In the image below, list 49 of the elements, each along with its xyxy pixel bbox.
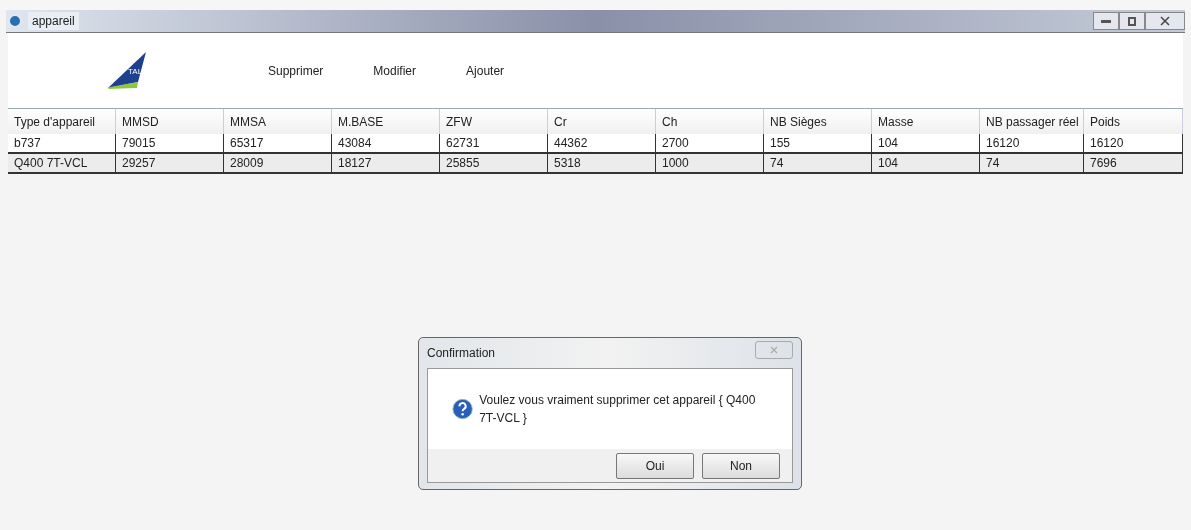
column-header[interactable]: Ch (656, 109, 764, 134)
table-cell: 44362 (548, 134, 656, 154)
table-cell: 5318 (548, 154, 656, 174)
table-cell: 62731 (440, 134, 548, 154)
app-icon (8, 14, 22, 28)
question-icon (452, 397, 474, 421)
toolbar-button[interactable]: Modifier (373, 61, 417, 80)
column-header[interactable]: Type d'appareil (8, 109, 116, 134)
table-cell: 18127 (332, 154, 440, 174)
column-header[interactable]: NB passager réel (980, 109, 1084, 134)
table-cell: 28009 (224, 154, 332, 174)
table-cell: 79015 (116, 134, 224, 154)
logo: TAL (108, 51, 148, 90)
table-cell: 29257 (116, 154, 224, 174)
table-cell: 16120 (1084, 134, 1183, 154)
table-cell: 16120 (980, 134, 1084, 154)
table-cell: 74 (980, 154, 1084, 174)
close-icon (1160, 16, 1170, 26)
dialog-message: Voulez vous vraiment supprimer cet appareil { Q400 7T-VCL } (479, 392, 757, 427)
table-cell: 1000 (656, 154, 764, 174)
table-cell: Q400 7T-VCL (8, 154, 116, 174)
column-header[interactable]: Poids (1084, 109, 1183, 134)
minimize-button[interactable] (1093, 12, 1119, 30)
column-header[interactable]: Masse (872, 109, 980, 134)
window-title: appareil (28, 12, 79, 30)
table-cell: 65317 (224, 134, 332, 154)
close-button[interactable] (1145, 12, 1185, 30)
table-cell: b737 (8, 134, 116, 154)
column-header[interactable]: M.BASE (332, 109, 440, 134)
toolbar-button[interactable]: Ajouter (466, 61, 505, 80)
table-cell: 7696 (1084, 154, 1183, 174)
column-header[interactable]: NB Sièges (764, 109, 872, 134)
dialog-button[interactable]: Non (702, 452, 780, 479)
toolbar-button[interactable]: Supprimer (268, 61, 324, 80)
table-cell: 2700 (656, 134, 764, 154)
table-cell: 104 (872, 134, 980, 154)
dialog-button[interactable]: Oui (616, 452, 694, 479)
close-icon (770, 346, 778, 354)
table-cell: 25855 (440, 154, 548, 174)
column-header[interactable]: ZFW (440, 109, 548, 134)
restore-button[interactable] (1119, 12, 1145, 30)
table-cell: 104 (872, 154, 980, 174)
table-cell: 74 (764, 154, 872, 174)
column-header[interactable]: Cr (548, 109, 656, 134)
table-cell: 155 (764, 134, 872, 154)
table-cell: 43084 (332, 134, 440, 154)
column-header[interactable]: MMSD (116, 109, 224, 134)
dialog-title: Confirmation (427, 345, 496, 362)
column-header[interactable]: MMSA (224, 109, 332, 134)
